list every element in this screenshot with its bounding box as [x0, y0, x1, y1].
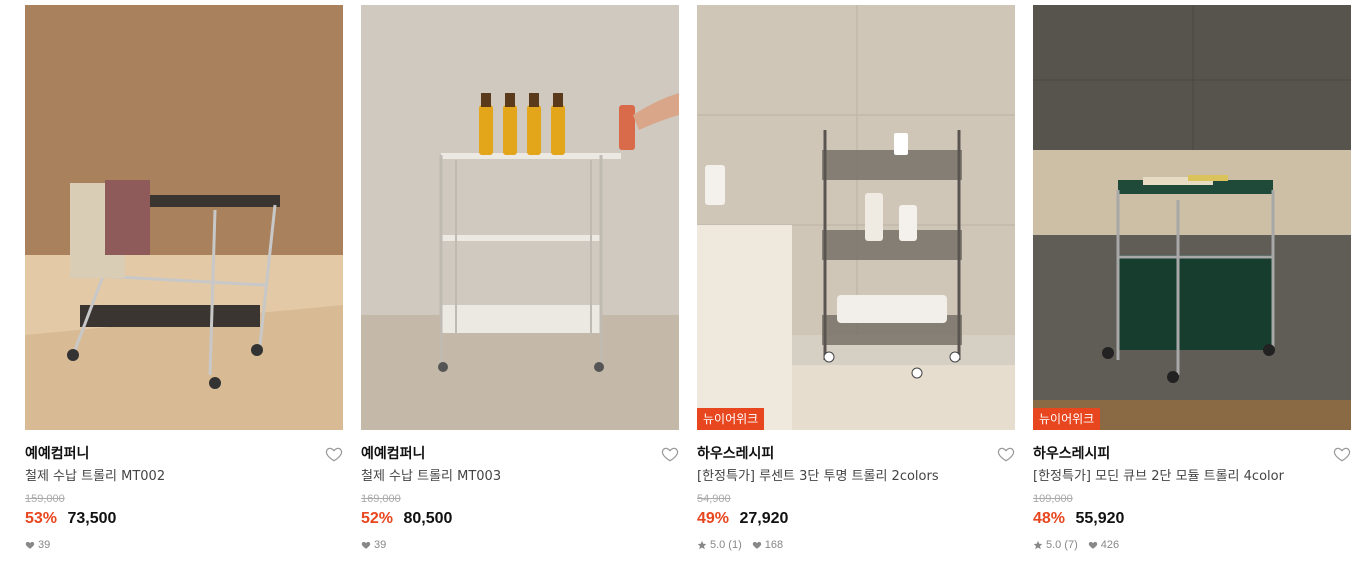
product-stats: 5.0 (1) 168 — [697, 538, 1015, 552]
discount-rate: 49% — [697, 510, 730, 527]
review-count: (7) — [1064, 539, 1078, 551]
product-name[interactable]: [한정특가] 모딘 큐브 2단 모듈 트롤리 4color — [1033, 467, 1351, 487]
product-photo-trolley-mt003 — [361, 5, 679, 430]
heart-filled-icon — [752, 541, 761, 549]
product-card[interactable]: 예예컴퍼니 철제 수납 트롤리 MT002 159,000 53% 73,500… — [25, 5, 343, 552]
product-stats: 39 — [25, 538, 343, 552]
likes: 39 — [25, 538, 50, 552]
heart-filled-icon — [361, 541, 371, 549]
likes-count: 168 — [764, 539, 784, 551]
product-name[interactable]: 철제 수납 트롤리 MT003 — [361, 467, 679, 487]
brand-name[interactable]: 하우스레시피 — [1033, 443, 1351, 465]
event-badge: 뉴이어위크 — [697, 408, 765, 430]
review-count: (1) — [728, 539, 742, 551]
wishlist-heart-icon[interactable] — [1333, 445, 1351, 463]
sale-price: 27,920 — [739, 510, 789, 527]
product-name[interactable]: [한정특가] 루센트 3단 투명 트롤리 2colors — [697, 467, 1015, 487]
event-badge: 뉴이어위크 — [1033, 408, 1101, 430]
discount-rate: 53% — [25, 510, 58, 527]
rating-value: 5.0 — [710, 539, 726, 551]
product-photo-modin-cube-trolley — [1033, 5, 1351, 430]
product-card[interactable]: 예예컴퍼니 철제 수납 트롤리 MT003 169,000 52% 80,500… — [361, 5, 679, 552]
product-stats: 39 — [361, 538, 679, 552]
likes-count: 39 — [374, 539, 387, 551]
rating: 5.0 (7) — [1033, 538, 1078, 552]
product-card[interactable]: 뉴이어위크 하우스레시피 [한정특가] 모딘 큐브 2단 모듈 트롤리 4col… — [1033, 5, 1351, 552]
product-image[interactable]: 뉴이어위크 — [697, 5, 1015, 430]
wishlist-heart-icon[interactable] — [325, 445, 343, 463]
product-image[interactable] — [25, 5, 343, 430]
product-image[interactable]: 뉴이어위크 — [1033, 5, 1351, 430]
likes: 168 — [752, 538, 783, 552]
product-card[interactable]: 뉴이어위크 하우스레시피 [한정특가] 루센트 3단 투명 트롤리 2color… — [697, 5, 1015, 552]
likes-count: 39 — [38, 539, 51, 551]
original-price: 109,000 — [1033, 493, 1073, 505]
wishlist-heart-icon[interactable] — [997, 445, 1015, 463]
sale-price: 80,500 — [403, 510, 453, 527]
discount-rate: 48% — [1033, 510, 1066, 527]
original-price: 169,000 — [361, 493, 401, 505]
original-price: 54,900 — [697, 493, 731, 505]
likes-count: 426 — [1100, 539, 1120, 551]
product-grid: 예예컴퍼니 철제 수납 트롤리 MT002 159,000 53% 73,500… — [0, 0, 1364, 564]
brand-name[interactable]: 하우스레시피 — [697, 443, 1015, 465]
sale-price: 55,920 — [1075, 510, 1125, 527]
original-price: 159,000 — [25, 493, 65, 505]
product-name[interactable]: 철제 수납 트롤리 MT002 — [25, 467, 343, 487]
rating-value: 5.0 — [1046, 539, 1062, 551]
discount-rate: 52% — [361, 510, 394, 527]
product-image[interactable] — [361, 5, 679, 430]
rating: 5.0 (1) — [697, 538, 742, 552]
brand-name[interactable]: 예예컴퍼니 — [361, 443, 679, 465]
brand-name[interactable]: 예예컴퍼니 — [25, 443, 343, 465]
star-icon — [697, 540, 707, 550]
wishlist-heart-icon[interactable] — [661, 445, 679, 463]
product-stats: 5.0 (7) 426 — [1033, 538, 1351, 552]
likes: 426 — [1088, 538, 1119, 552]
star-icon — [1033, 540, 1043, 550]
heart-filled-icon — [1088, 541, 1097, 549]
likes: 39 — [361, 538, 386, 552]
product-photo-trolley-mt002 — [25, 5, 343, 430]
product-photo-lucent-trolley — [697, 5, 1015, 430]
heart-filled-icon — [25, 541, 35, 549]
sale-price: 73,500 — [67, 510, 117, 527]
